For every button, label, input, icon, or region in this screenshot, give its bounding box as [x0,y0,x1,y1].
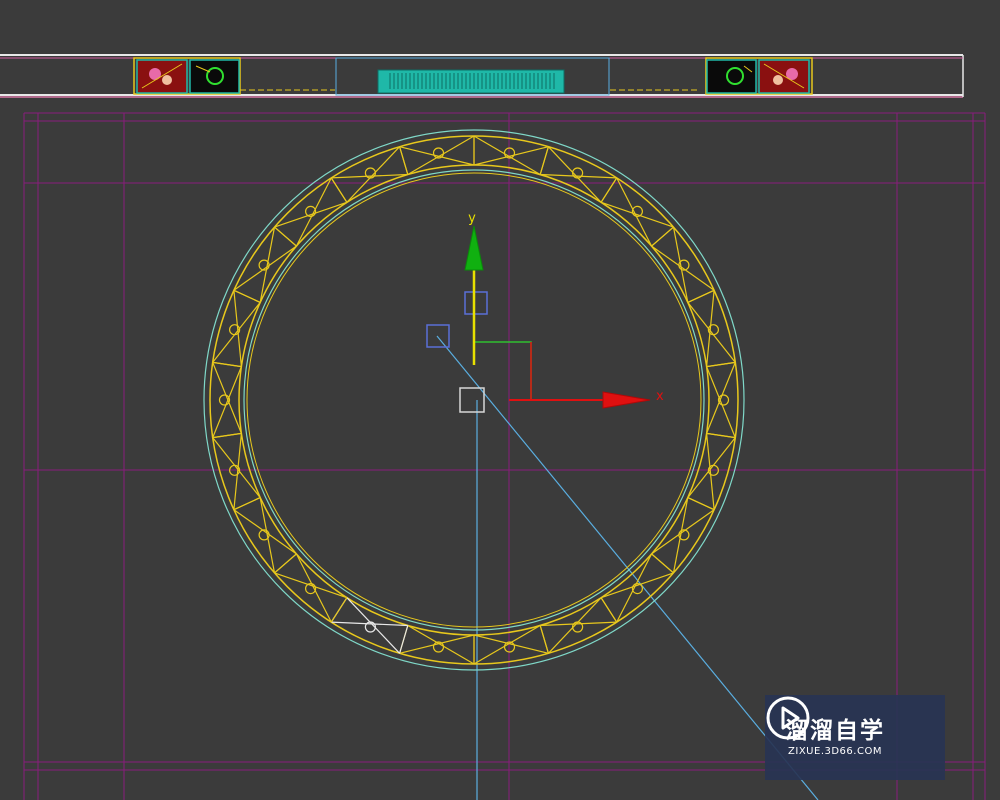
target-handle-left[interactable] [426,324,450,348]
transform-gizmo[interactable]: y x [426,211,664,413]
truss-segment[interactable] [330,146,409,203]
x-axis-label: x [656,389,664,404]
truss-segment[interactable] [399,624,475,665]
truss-segment[interactable] [473,135,549,176]
target-handle-top[interactable] [464,291,488,315]
truss-segment-selected[interactable] [330,597,409,654]
ornament-tile-1 [136,59,188,94]
y-axis-label: y [468,211,476,226]
ornament-tile-2 [189,59,240,94]
top-elevation-panel[interactable] [0,54,964,98]
truss-segment[interactable] [539,597,618,654]
ornament-tile-3 [706,59,757,94]
perspective-viewport[interactable]: y x 溜溜自学 ZIXUE.3D66.COM [0,0,1000,800]
truss-segment[interactable] [212,361,242,439]
x-axis-arrow[interactable] [602,391,651,409]
truss-segment[interactable] [600,553,674,623]
watermark-url: ZIXUE.3D66.COM [788,745,882,757]
y-axis-arrow[interactable] [464,225,484,271]
truss-segment[interactable] [274,177,348,247]
viewport-canvas[interactable]: y x [0,0,1000,800]
watermark: 溜溜自学 ZIXUE.3D66.COM [765,695,945,780]
pivot-handle[interactable] [459,387,485,413]
ornament-tile-4 [758,59,810,94]
spotlight-guide-lines[interactable] [436,335,819,800]
play-icon [766,696,810,740]
truss-segment[interactable] [706,361,736,439]
truss-segment[interactable] [539,146,618,203]
truss-segment[interactable] [473,624,549,665]
truss-segment[interactable] [399,135,475,176]
